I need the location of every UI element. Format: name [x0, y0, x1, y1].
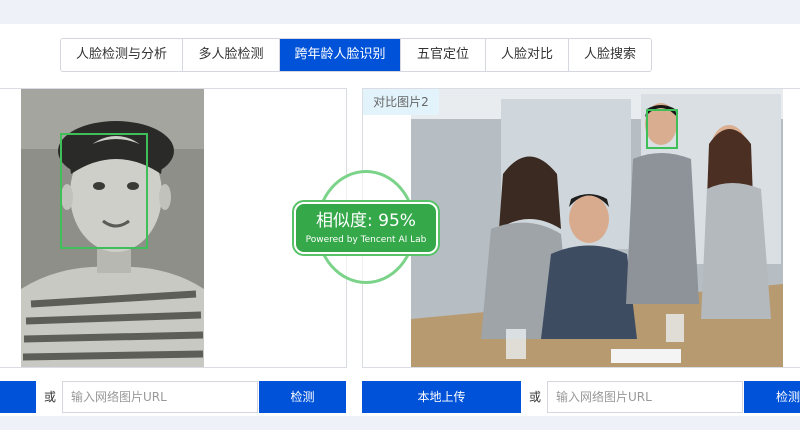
similarity-badge: 相似度: 95% Powered by Tencent AI Lab — [294, 170, 438, 284]
right-url-input[interactable] — [547, 381, 743, 413]
tab-cross-age-recognition[interactable]: 跨年龄人脸识别 — [280, 39, 401, 71]
photo-office-group — [411, 89, 783, 367]
face-box-right — [646, 109, 678, 149]
photo-office-group-illustration — [411, 89, 783, 367]
left-upload-button[interactable] — [0, 381, 36, 413]
top-band — [0, 0, 800, 24]
feature-tabs: 人脸检测与分析 多人脸检测 跨年龄人脸识别 五官定位 人脸对比 人脸搜索 — [60, 38, 652, 72]
powered-by-label: Powered by Tencent AI Lab — [305, 235, 427, 245]
left-detect-button[interactable]: 检测 — [259, 381, 346, 413]
tab-face-search[interactable]: 人脸搜索 — [569, 39, 651, 71]
tab-facial-landmarks[interactable]: 五官定位 — [401, 39, 486, 71]
compare-image-2-tag: 对比图片2 — [363, 89, 439, 115]
badge-pill: 相似度: 95% Powered by Tencent AI Lab — [294, 202, 438, 254]
left-or-text: 或 — [44, 390, 57, 404]
right-detect-button[interactable]: 检测 — [744, 381, 800, 413]
tab-multi-face-detect[interactable]: 多人脸检测 — [183, 39, 280, 71]
right-or-text: 或 — [529, 390, 542, 404]
right-upload-button[interactable]: 本地上传 — [362, 381, 521, 413]
tab-face-detect-analysis[interactable]: 人脸检测与分析 — [61, 39, 183, 71]
similarity-score: 相似度: 95% — [316, 211, 416, 231]
face-box-left — [60, 133, 148, 249]
bottom-band — [0, 416, 800, 430]
left-url-input[interactable] — [62, 381, 258, 413]
tab-face-compare[interactable]: 人脸对比 — [486, 39, 569, 71]
